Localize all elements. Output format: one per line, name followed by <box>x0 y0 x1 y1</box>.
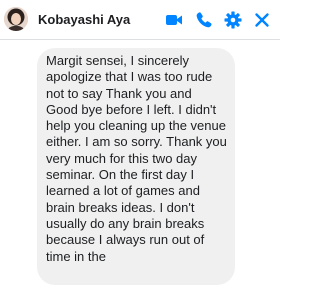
contact-name[interactable]: Kobayashi Aya <box>38 12 130 27</box>
video-camera-icon[interactable] <box>165 11 183 29</box>
message-bubble: Margit sensei, I sincerely apologize tha… <box>37 48 235 285</box>
gear-icon[interactable] <box>224 11 242 29</box>
close-icon[interactable] <box>254 12 270 28</box>
message-text: Margit sensei, I sincerely apologize tha… <box>46 53 227 264</box>
avatar-image <box>4 7 28 31</box>
phone-icon[interactable] <box>195 11 213 29</box>
message-list[interactable]: Margit sensei, I sincerely apologize tha… <box>0 40 280 293</box>
chat-header: Kobayashi Aya <box>0 0 280 40</box>
avatar[interactable] <box>4 7 28 31</box>
chat-window: Kobayashi Aya Margit sensei, I sincerely… <box>0 0 280 293</box>
